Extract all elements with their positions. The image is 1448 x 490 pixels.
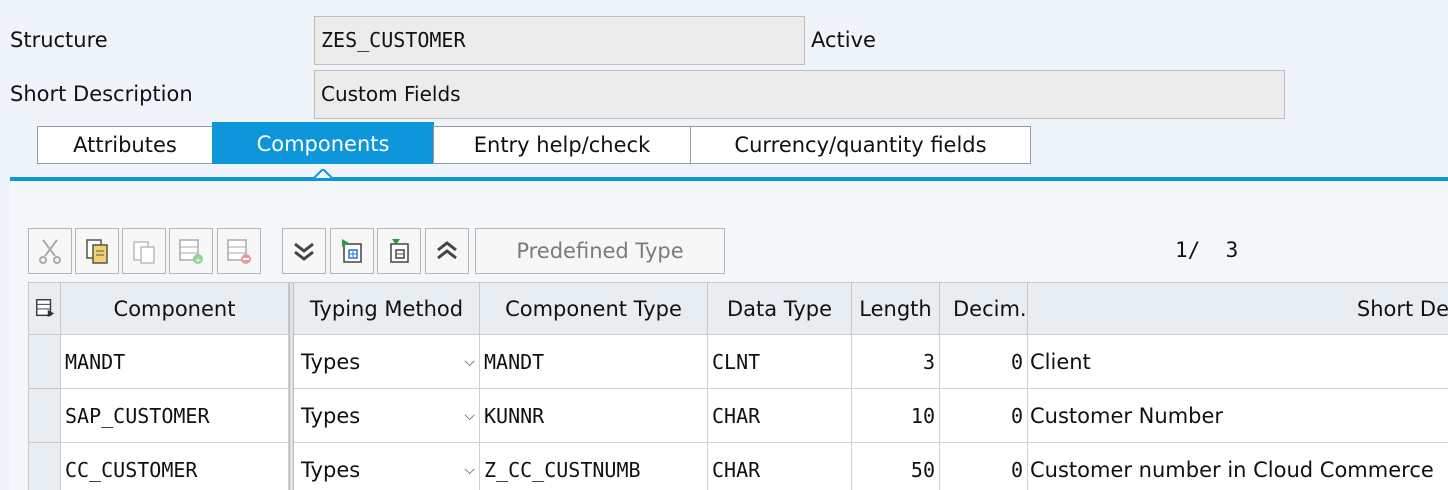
column-settings-button[interactable] (29, 283, 61, 335)
active-tab-caret (313, 169, 333, 179)
svg-text:+: + (194, 256, 202, 266)
delete-row-icon (227, 239, 251, 264)
components-table: Component Typing Method Component Type D… (28, 282, 1448, 490)
table-cell-typing-method[interactable]: Types ⌵ (294, 389, 480, 443)
table-cell-short-description[interactable]: Customer number in Cloud Commerce (1028, 443, 1448, 490)
scroll-to-first-icon (390, 239, 409, 263)
table-cell-length[interactable]: 50 (852, 443, 940, 490)
table-cell-decimals[interactable]: 0 (940, 443, 1028, 490)
table-cell-typing-method[interactable]: Types ⌵ (294, 335, 480, 389)
col-header-data-type[interactable]: Data Type (708, 283, 852, 335)
typing-method-value: Types (301, 458, 361, 482)
scroll-to-first-button[interactable] (377, 228, 421, 274)
table-cell-length[interactable]: 10 (852, 389, 940, 443)
paste-button[interactable] (122, 228, 166, 274)
typing-method-value: Types (301, 350, 361, 374)
col-header-length[interactable]: Length (852, 283, 940, 335)
short-description-label: Short Description (10, 82, 193, 106)
table-cell-component[interactable]: CC_CUSTOMER (61, 443, 289, 490)
chevron-down-icon[interactable]: ⌵ (464, 335, 475, 388)
table-cell-typing-method[interactable]: Types ⌵ (294, 443, 480, 490)
table-cell-length[interactable]: 3 (852, 335, 940, 389)
copy-icon (86, 239, 108, 264)
chevron-down-icon[interactable]: ⌵ (464, 389, 475, 442)
paste-icon (133, 241, 155, 264)
insert-row-button[interactable]: + (169, 228, 213, 274)
table-cell-decimals[interactable]: 0 (940, 389, 1028, 443)
scroll-down-button[interactable] (282, 228, 326, 274)
col-header-typing-method[interactable]: Typing Method (294, 283, 480, 335)
tab-attributes[interactable]: Attributes (37, 126, 213, 164)
table-cell-decimals[interactable]: 0 (940, 335, 1028, 389)
scroll-up-icon (437, 241, 457, 260)
table-cell-component-type[interactable]: Z_CC_CUSTNUMB (480, 443, 708, 490)
scroll-up-button[interactable] (425, 228, 469, 274)
status-text: Active (811, 28, 876, 52)
scroll-to-last-button[interactable] (330, 228, 374, 274)
tab-components[interactable]: Components (212, 122, 434, 164)
short-description-field[interactable]: Custom Fields (314, 70, 1285, 119)
delete-row-button[interactable] (217, 228, 261, 274)
scroll-down-icon (294, 242, 314, 261)
tab-currency-quantity-fields[interactable]: Currency/quantity fields (690, 126, 1031, 164)
structure-label: Structure (10, 28, 108, 52)
tab-entry-help-check[interactable]: Entry help/check (433, 126, 691, 164)
cut-icon (39, 239, 61, 264)
table-cell-component-type[interactable]: MANDT (480, 335, 708, 389)
table-cell-component[interactable]: SAP_CUSTOMER (61, 389, 289, 443)
col-header-short-description[interactable]: Short De (1028, 283, 1448, 335)
row-selector[interactable] (29, 335, 61, 389)
col-header-decimals[interactable]: Decim.. (940, 283, 1028, 335)
table-cell-short-description[interactable]: Customer Number (1028, 389, 1448, 443)
copy-button[interactable] (75, 228, 119, 274)
scroll-to-last-icon (342, 239, 362, 263)
col-header-component[interactable]: Component (61, 283, 289, 335)
col-header-component-type[interactable]: Component Type (480, 283, 708, 335)
insert-row-icon: + (179, 239, 203, 266)
table-cell-component[interactable]: MANDT (61, 335, 289, 389)
table-cell-data-type[interactable]: CHAR (708, 443, 852, 490)
structure-field[interactable]: ZES_CUSTOMER (314, 16, 805, 65)
table-cell-data-type[interactable]: CLNT (708, 335, 852, 389)
cut-button[interactable] (28, 228, 72, 274)
page-indicator: 1/ 3 (1175, 238, 1239, 262)
table-cell-short-description[interactable]: Client (1028, 335, 1448, 389)
predefined-type-button[interactable]: Predefined Type (475, 228, 725, 274)
table-cell-data-type[interactable]: CHAR (708, 389, 852, 443)
row-selector[interactable] (29, 389, 61, 443)
table-cell-component-type[interactable]: KUNNR (480, 389, 708, 443)
row-selector[interactable] (29, 443, 61, 490)
column-settings-icon (35, 299, 54, 318)
typing-method-value: Types (301, 404, 361, 428)
chevron-down-icon[interactable]: ⌵ (464, 443, 475, 490)
